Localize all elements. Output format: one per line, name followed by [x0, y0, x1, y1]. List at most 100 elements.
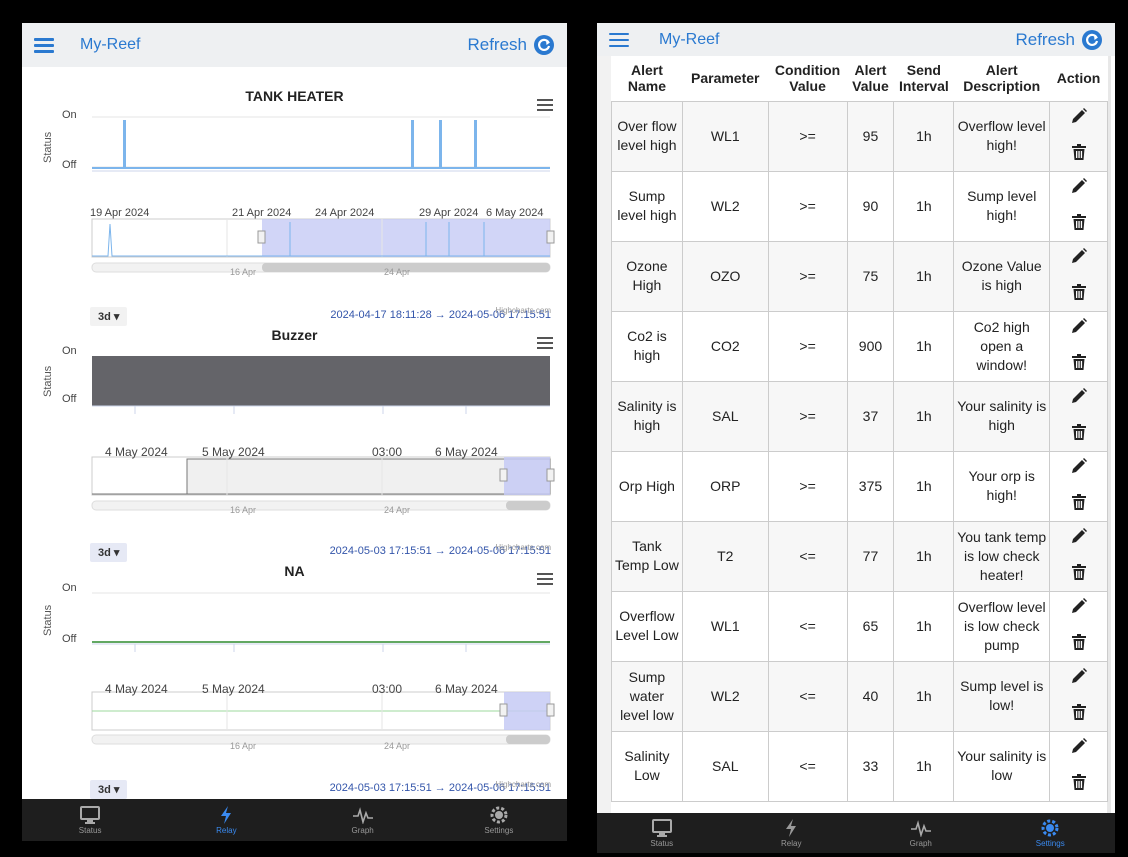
chart-credits[interactable]: Highcharts.com	[495, 780, 551, 789]
edit-pencil-icon[interactable]	[1070, 737, 1088, 760]
x-tick: 19 Apr 2024	[90, 207, 150, 219]
nav-label: Status	[78, 825, 102, 835]
edit-pencil-icon[interactable]	[1070, 457, 1088, 480]
alert-value-cell: 95	[846, 100, 895, 172]
refresh-button[interactable]: Refresh	[1015, 29, 1103, 51]
edit-pencil-icon[interactable]	[1070, 247, 1088, 270]
x-tick: 4 May 2024	[105, 682, 168, 696]
nav-label: Relay	[781, 838, 802, 848]
parameter-cell: WL2	[681, 660, 769, 732]
delete-trash-icon[interactable]	[1071, 704, 1086, 725]
range-from[interactable]: 2024-04-17 18:11:28	[330, 309, 431, 321]
col-header: Alert Name	[611, 56, 683, 102]
range-from[interactable]: 2024-05-03 17:15:51	[330, 545, 432, 557]
edit-pencil-icon[interactable]	[1070, 527, 1088, 550]
alerts-table-body: Over flow level high WL1 >= 95 1h Overflow le…	[611, 100, 1108, 802]
description-cell: Your salinity is low	[953, 730, 1051, 802]
hamburger-menu-icon[interactable]	[609, 32, 629, 47]
alert-value-cell: 77	[846, 520, 895, 592]
table-row: Sump level high WL2 >= 90 1h Sump level high!	[611, 170, 1108, 242]
alert-name-cell: Orp High	[611, 450, 683, 522]
alert-name-cell: Sump level high	[611, 170, 683, 242]
send-interval-cell: 1h	[893, 380, 955, 452]
bolt-icon	[786, 818, 797, 837]
delete-trash-icon[interactable]	[1071, 634, 1086, 655]
edit-pencil-icon[interactable]	[1070, 387, 1088, 410]
description-cell: Your salinity is high	[953, 380, 1051, 452]
edit-pencil-icon[interactable]	[1070, 317, 1088, 340]
action-cell	[1049, 730, 1108, 802]
col-header: Parameter	[682, 56, 769, 102]
nav-relay[interactable]: Relay	[727, 813, 857, 853]
range-from[interactable]: 2024-05-03 17:15:51	[330, 782, 432, 794]
nav-settings[interactable]: Settings	[431, 799, 567, 841]
edit-pencil-icon[interactable]	[1070, 177, 1088, 200]
alert-name-cell: Over flow level high	[611, 100, 683, 172]
edit-pencil-icon[interactable]	[1070, 667, 1088, 690]
action-cell	[1049, 380, 1108, 452]
send-interval-cell: 1h	[893, 100, 955, 172]
chart-plot	[91, 356, 555, 511]
parameter-cell: T2	[681, 520, 769, 592]
navigator-tick: 24 Apr	[384, 267, 411, 277]
alert-value-cell: 900	[846, 310, 895, 382]
chart-credits[interactable]: Highcharts.com	[495, 543, 551, 552]
nav-graph[interactable]: Graph	[856, 813, 986, 853]
chart-tank-heater: TANK HEATER On Off Status 19 Apr 2024 21…	[22, 67, 567, 326]
alert-name-cell: Salinity is high	[611, 380, 683, 452]
app-title: My-Reef	[80, 36, 141, 53]
alerts-table-container: Alert Name Parameter Condition Value Ale…	[611, 56, 1108, 813]
parameter-cell: SAL	[681, 380, 769, 452]
buzzer-area	[92, 356, 550, 406]
nav-label: Relay	[216, 825, 237, 835]
delete-trash-icon[interactable]	[1071, 424, 1086, 445]
condition-cell: >=	[767, 310, 848, 382]
range-selector-button[interactable]: 3d ▾	[90, 780, 128, 799]
delete-trash-icon[interactable]	[1071, 494, 1086, 515]
description-cell: Overflow level high!	[953, 100, 1051, 172]
delete-trash-icon[interactable]	[1071, 354, 1086, 375]
delete-trash-icon[interactable]	[1071, 564, 1086, 585]
col-header: Send Interval	[893, 56, 954, 102]
table-row: Salinity Low SAL <= 33 1h Your salinity is lo…	[611, 730, 1108, 802]
nav-graph[interactable]: Graph	[295, 799, 431, 841]
x-tick: 24 Apr 2024	[315, 207, 375, 219]
navigator-tick: 24 Apr	[384, 505, 411, 515]
refresh-button[interactable]: Refresh	[467, 34, 555, 56]
x-tick: 6 May 2024	[435, 445, 498, 459]
edit-pencil-icon[interactable]	[1070, 597, 1088, 620]
chart-plot	[91, 592, 555, 745]
nav-status[interactable]: Status	[597, 813, 727, 853]
action-cell	[1049, 100, 1108, 172]
x-tick: 4 May 2024	[105, 445, 168, 459]
action-cell	[1049, 520, 1108, 592]
chart-credits[interactable]: Highcharts.com	[495, 306, 551, 315]
parameter-cell: CO2	[681, 310, 769, 382]
action-cell	[1049, 170, 1108, 242]
delete-trash-icon[interactable]	[1071, 214, 1086, 235]
delete-trash-icon[interactable]	[1071, 774, 1086, 795]
nav-status[interactable]: Status	[22, 799, 158, 841]
settings-alerts-screen: My-Reef Refresh Alert Name Parameter Con…	[597, 23, 1115, 853]
navigator-tick: 16 Apr	[230, 741, 257, 751]
delete-trash-icon[interactable]	[1071, 284, 1086, 305]
hamburger-menu-icon[interactable]	[34, 38, 54, 53]
condition-cell: <=	[767, 730, 848, 802]
edit-pencil-icon[interactable]	[1070, 107, 1088, 130]
nav-settings[interactable]: Settings	[986, 813, 1116, 853]
refresh-label: Refresh	[1015, 29, 1075, 49]
x-tick: 29 Apr 2024	[419, 207, 479, 219]
condition-cell: <=	[767, 520, 848, 592]
condition-cell: >=	[767, 450, 848, 522]
send-interval-cell: 1h	[893, 310, 955, 382]
alert-name-cell: Tank Temp Low	[611, 520, 683, 592]
nav-label: Graph	[351, 825, 374, 835]
send-interval-cell: 1h	[893, 730, 955, 802]
delete-trash-icon[interactable]	[1071, 144, 1086, 165]
refresh-icon	[534, 35, 554, 55]
parameter-cell: WL1	[681, 100, 769, 172]
table-row: Salinity is high SAL >= 37 1h Your salinity i…	[611, 380, 1108, 452]
nav-relay[interactable]: Relay	[158, 799, 294, 841]
action-cell	[1049, 660, 1108, 732]
gear-icon	[1041, 819, 1059, 836]
